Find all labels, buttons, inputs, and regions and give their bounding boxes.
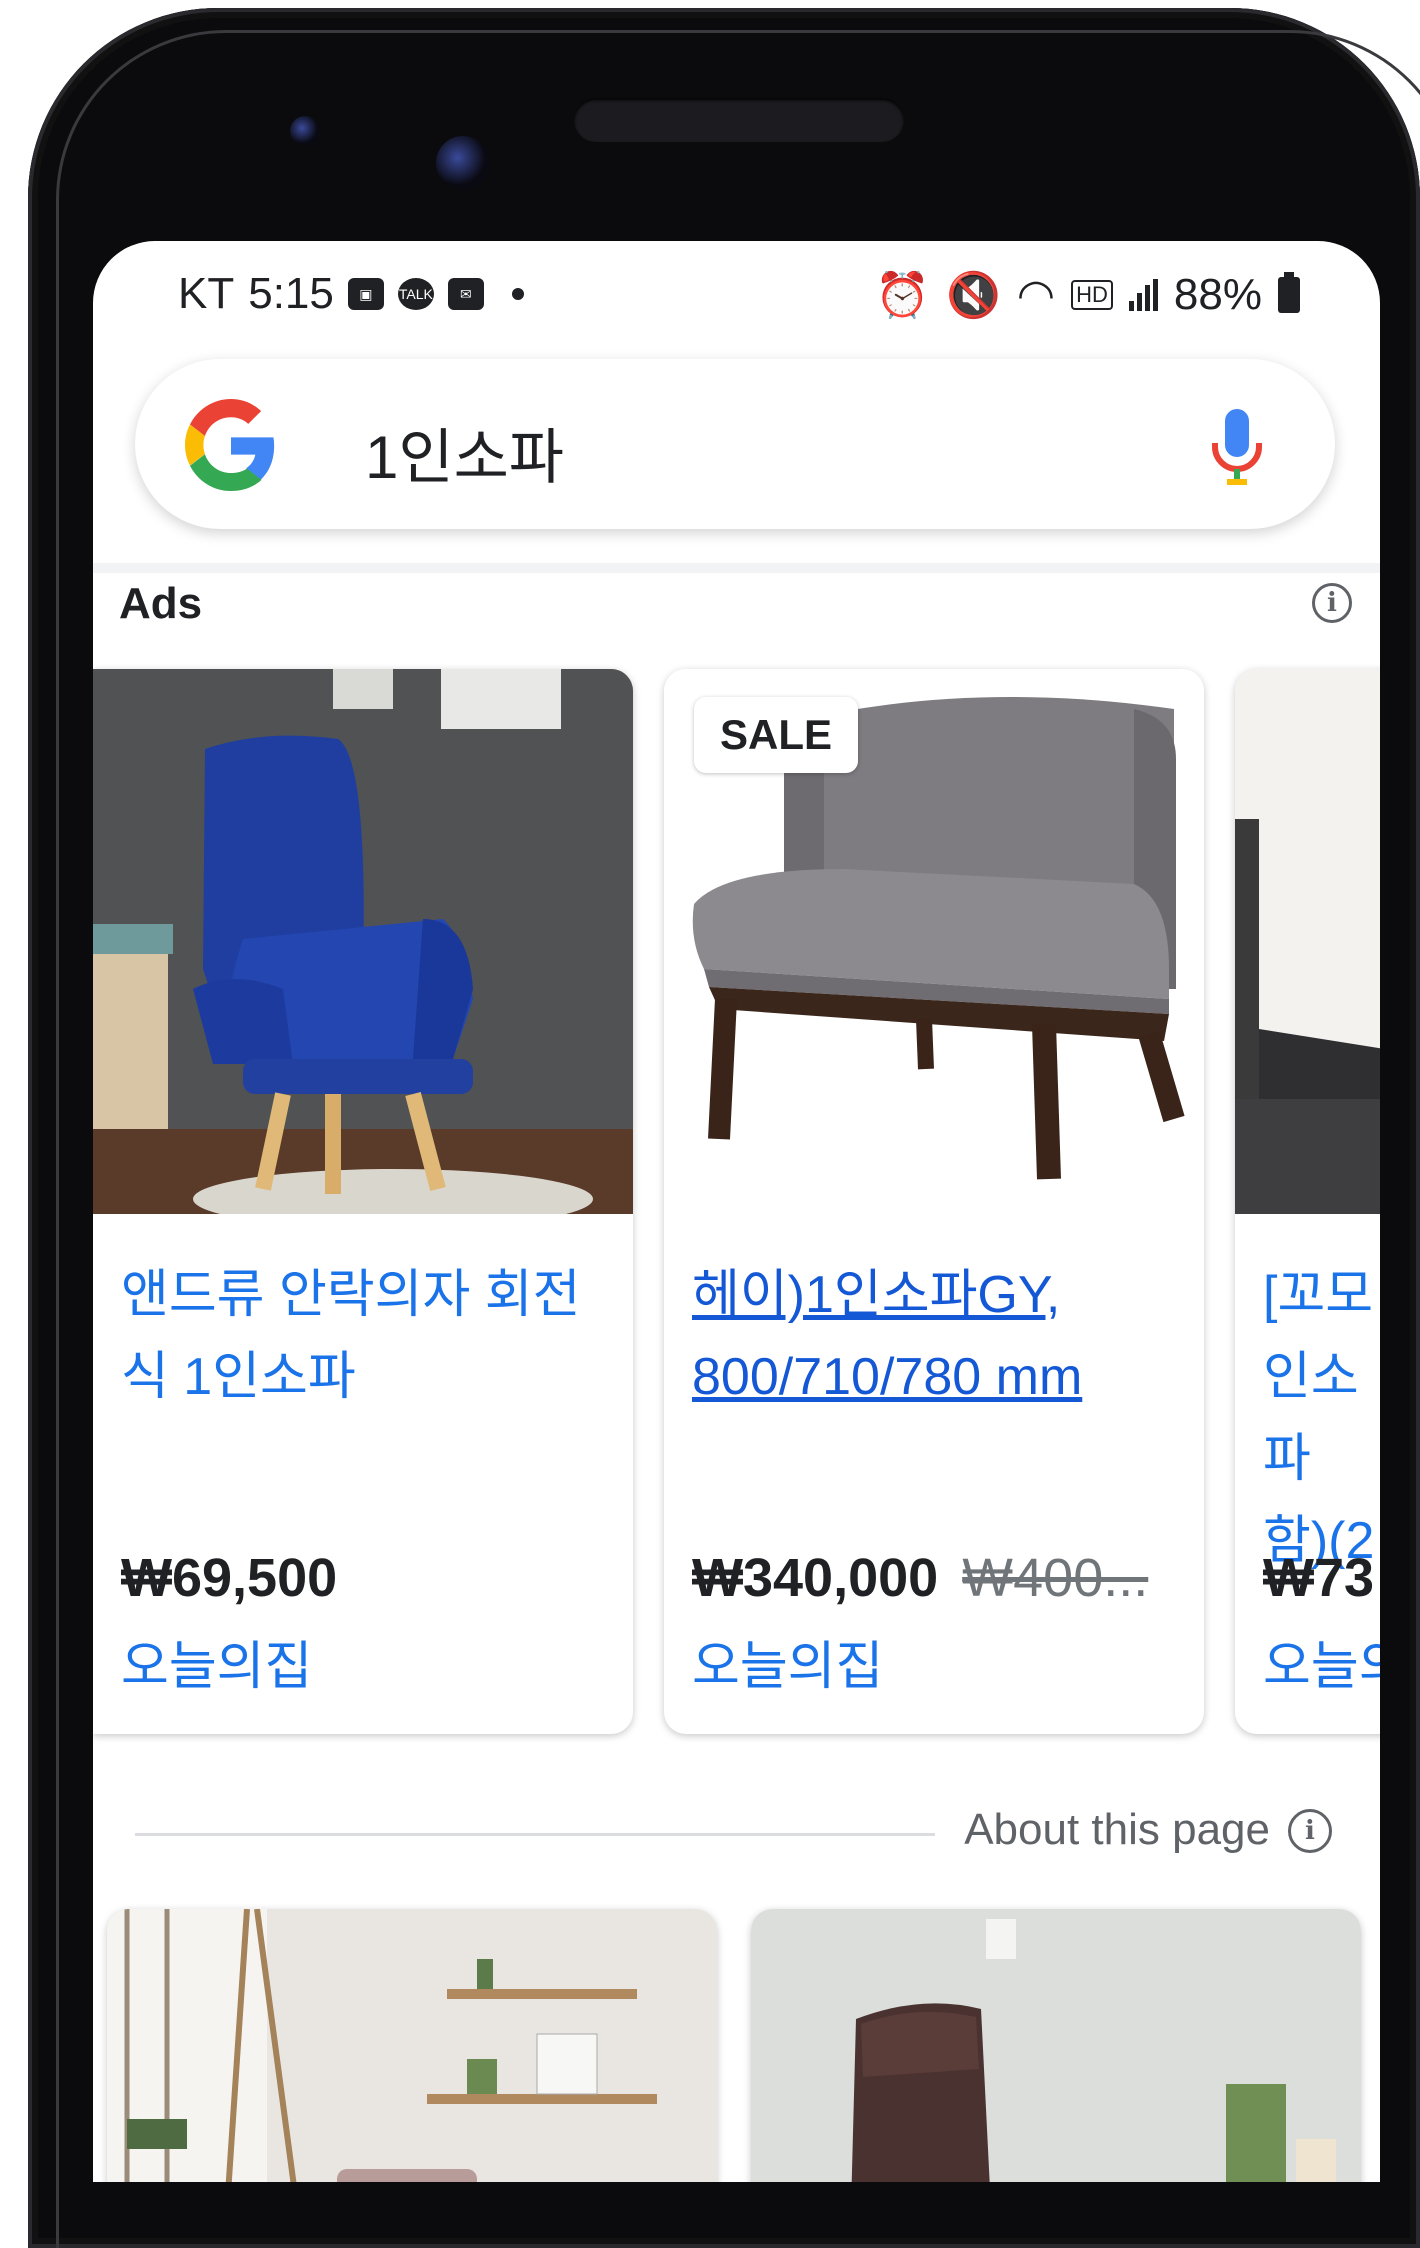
price-current: ₩340,000	[692, 1548, 939, 1608]
mail-icon: ✉	[447, 278, 484, 310]
result-image	[751, 1909, 1361, 2182]
product-title[interactable]: 앤드류 안락의자 회전식 1인소파	[121, 1254, 615, 1418]
price-current: ₩69,500	[121, 1548, 338, 1608]
section-divider	[93, 563, 1380, 573]
product-image	[1235, 669, 1380, 1214]
about-info-icon[interactable]: i	[1288, 1809, 1332, 1853]
result-image-card[interactable]	[751, 1909, 1361, 2182]
price-current: ₩73	[1263, 1548, 1375, 1608]
clock: 5:15	[248, 269, 334, 318]
voice-search-icon[interactable]	[1207, 407, 1267, 491]
product-title[interactable]: [꼬모 인소파 함)(2	[1263, 1254, 1380, 1582]
product-card[interactable]: 앤드류 안락의자 회전식 1인소파 ₩69,500 오늘의집	[93, 669, 633, 1734]
sale-badge: SALE	[694, 697, 859, 773]
hd-icon: HD	[1071, 280, 1113, 310]
battery-percent: 88%	[1173, 270, 1262, 319]
alarm-icon: ⏰	[875, 271, 930, 320]
result-image	[107, 1909, 717, 2182]
product-card[interactable]: [꼬모 인소파 함)(2 ₩73 오늘의집	[1235, 669, 1380, 1734]
signal-icon	[1128, 279, 1158, 311]
product-price: ₩69,500	[121, 1547, 337, 1609]
google-g-icon	[185, 399, 275, 491]
status-right: ⏰ 🔇 ◠ HD 88%	[875, 269, 1300, 321]
mute-icon: 🔇	[945, 271, 1001, 320]
battery-icon	[1278, 272, 1300, 313]
about-this-page-link[interactable]: About this page	[964, 1805, 1270, 1855]
product-merchant[interactable]: 오늘의집	[121, 1624, 312, 1699]
about-this-page-row[interactable]: About this page i	[93, 1793, 1380, 1873]
about-divider	[135, 1833, 935, 1836]
product-title[interactable]: 헤이)1인소파GY, 800/710/780 mm	[692, 1254, 1186, 1418]
front-sensor	[290, 116, 320, 146]
gallery-icon: ▣	[347, 278, 384, 310]
product-price: ₩340,000 ₩400...	[692, 1547, 1148, 1609]
product-merchant[interactable]: 오늘의집	[1263, 1624, 1380, 1699]
front-camera	[436, 136, 490, 190]
product-image	[93, 669, 633, 1214]
notification-dot-icon	[511, 288, 524, 300]
ads-info-icon[interactable]: i	[1312, 583, 1352, 623]
phone-screen: KT 5:15 ▣ TALK ✉ ⏰ 🔇 ◠ HD 88% 1인소파 Ads i…	[93, 241, 1380, 2182]
search-bar[interactable]: 1인소파	[135, 359, 1335, 529]
product-card[interactable]: SALE 헤이)1인소파GY, 800/710/780 mm ₩340,000 ₩…	[664, 669, 1204, 1734]
carrier-label: KT	[178, 269, 235, 318]
talk-icon: TALK	[397, 278, 434, 310]
ads-label: Ads	[119, 579, 203, 628]
wifi-icon: ◠	[1016, 270, 1056, 320]
status-bar: KT 5:15 ▣ TALK ✉ ⏰ 🔇 ◠ HD 88%	[93, 241, 1380, 351]
search-input[interactable]: 1인소파	[365, 409, 564, 496]
earpiece-speaker	[574, 98, 904, 142]
product-price: ₩73	[1263, 1547, 1374, 1609]
product-merchant[interactable]: 오늘의집	[692, 1624, 883, 1699]
price-original: ₩400...	[962, 1548, 1149, 1608]
result-image-card[interactable]	[107, 1909, 717, 2182]
status-left: KT 5:15 ▣ TALK ✉	[178, 269, 524, 319]
